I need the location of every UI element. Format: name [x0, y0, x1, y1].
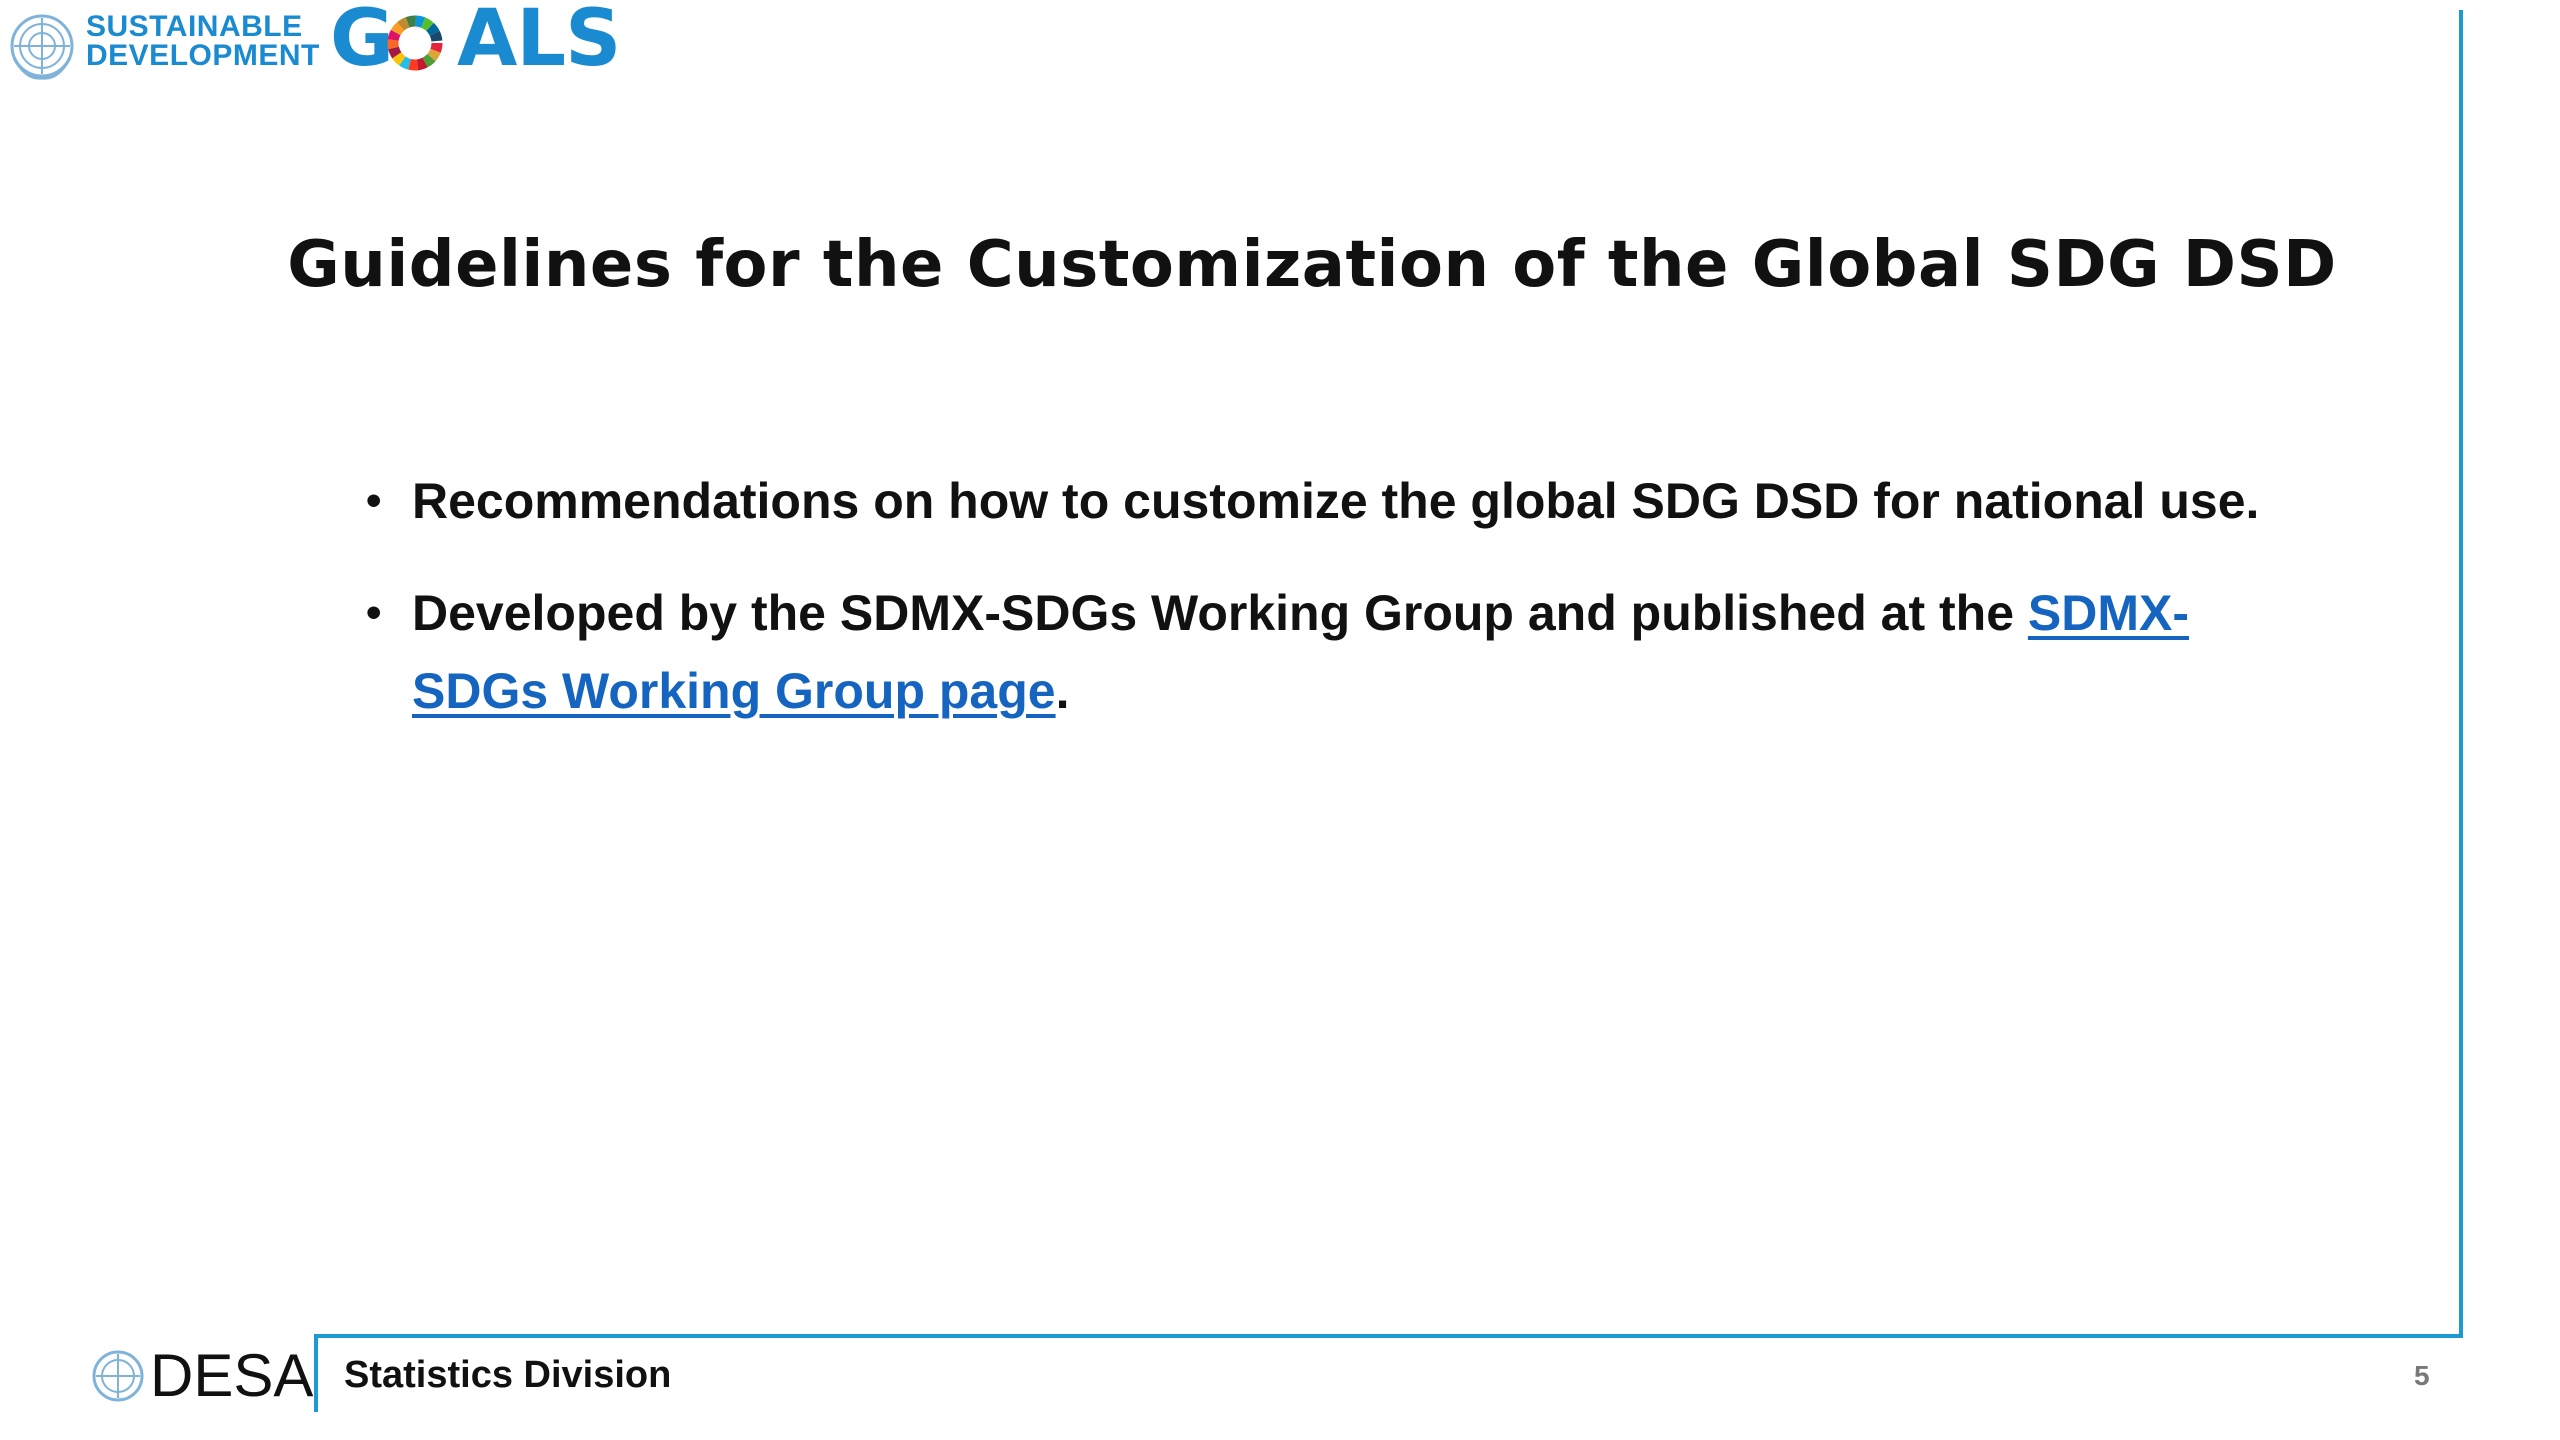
page-number: 5 [2414, 1360, 2430, 1391]
division-label: Statistics Division [344, 1354, 672, 1396]
bullet-item: • Developed by the SDMX-SDGs Working Gro… [360, 574, 2320, 730]
logo-line-1: SUSTAINABLE [86, 10, 303, 43]
bullet-text-end: . [1055, 663, 1070, 719]
un-emblem-footer-icon [92, 1350, 144, 1402]
frame-right-border [2459, 10, 2463, 1338]
un-emblem-icon [10, 14, 74, 80]
logo-goals-word: G ALS [330, 0, 621, 84]
logo-goals-rest: ALS [457, 0, 621, 84]
bullet-dot-icon: • [366, 588, 382, 637]
logo-goals-g: G [330, 0, 394, 84]
sdg-wheel-icon [387, 15, 443, 71]
frame-bottom-border [314, 1334, 2463, 1338]
slide-title: Guidelines for the Customization of the … [287, 228, 2337, 302]
desa-logo-text: DESA [150, 1342, 314, 1409]
bullet-item: • Recommendations on how to customize th… [360, 462, 2320, 540]
footer-divider [314, 1334, 318, 1412]
bullet-text: Developed by the SDMX-SDGs Working Group… [412, 585, 2028, 641]
sdg-logo-text: SUSTAINABLE DEVELOPMENT [86, 10, 320, 72]
bullet-list: • Recommendations on how to customize th… [360, 462, 2320, 764]
logo-line-2: DEVELOPMENT [86, 39, 320, 72]
bullet-text: Recommendations on how to customize the … [412, 473, 2260, 529]
bullet-dot-icon: • [366, 476, 382, 525]
